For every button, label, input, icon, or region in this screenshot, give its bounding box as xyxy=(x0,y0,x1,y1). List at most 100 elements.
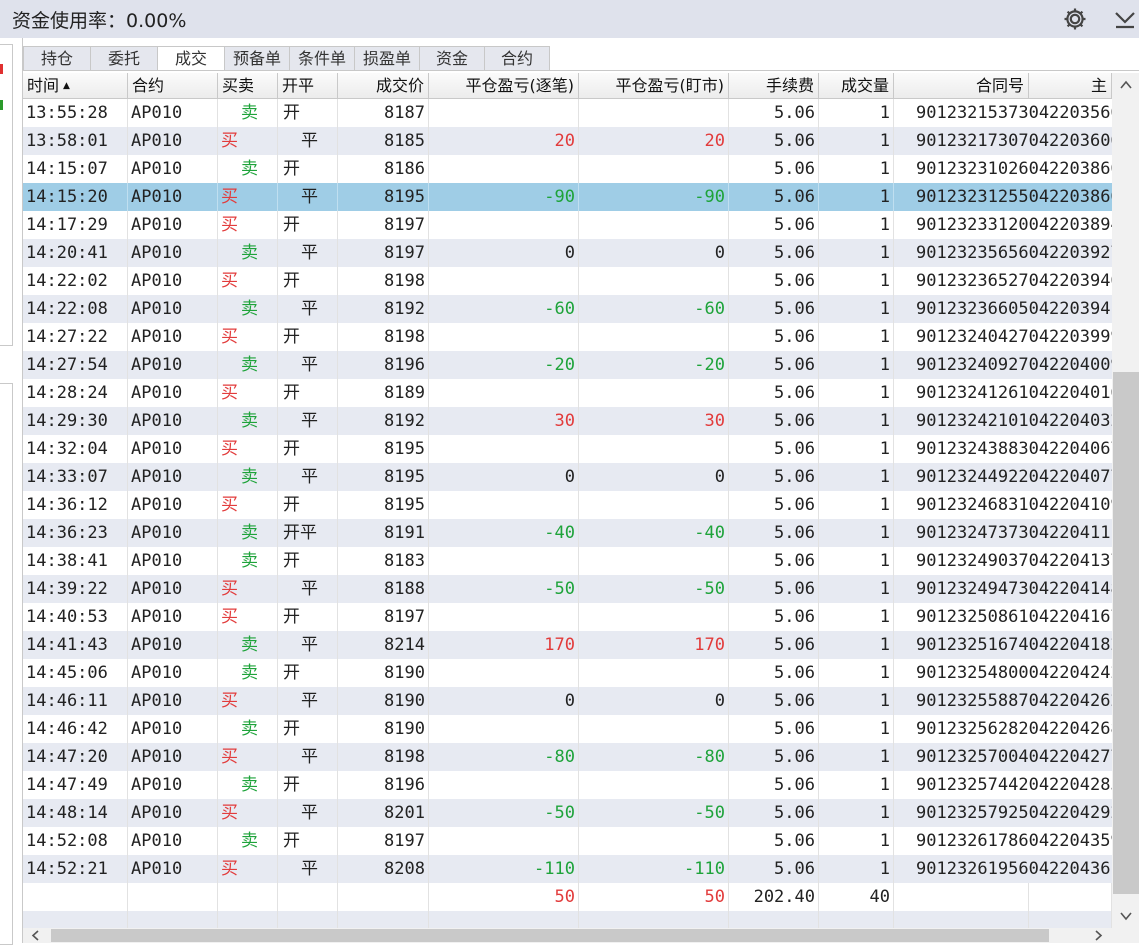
table-row[interactable]: 14:28:24 AP010 买开 8189 5.06 1 9012324126104220… xyxy=(23,379,1112,407)
cell-pnl2 xyxy=(579,379,729,407)
cell-pnl2 xyxy=(579,435,729,463)
cell-fee: 5.06 xyxy=(729,715,819,743)
cell-side: 卖 xyxy=(218,407,278,435)
vertical-scroll-thumb[interactable] xyxy=(1113,372,1139,894)
cell-qty: 1 xyxy=(819,603,894,631)
cell-qty: 1 xyxy=(819,239,894,267)
table-row[interactable]: 14:22:02 AP010 买开 8198 5.06 1 9012323652704220… xyxy=(23,267,1112,295)
table-row[interactable]: 14:36:23 AP010 卖开平 8191 -40 -40 5.06 1 901232473… xyxy=(23,519,1112,547)
cell-price: 8201 xyxy=(338,799,429,827)
cell-time: 14:45:06 xyxy=(23,659,128,687)
cell-qty: 1 xyxy=(819,547,894,575)
tab-2[interactable]: 成交 xyxy=(157,46,225,70)
table-row[interactable]: 14:52:08 AP010 卖开 8197 5.06 1 9012326178604220… xyxy=(23,827,1112,855)
cell-contract: AP010 xyxy=(128,547,218,575)
table-row[interactable]: 14:47:20 AP010 买平 8198 -80 -80 5.06 1 9012325700… xyxy=(23,743,1112,771)
cell-qty: 1 xyxy=(819,323,894,351)
scroll-up-icon[interactable] xyxy=(1112,73,1139,97)
cell-fee: 5.06 xyxy=(729,351,819,379)
cell-side: 买 xyxy=(218,435,278,463)
cell-time: 14:47:49 xyxy=(23,771,128,799)
col-header-qty[interactable]: 成交量 xyxy=(819,73,894,98)
cell-time: 14:32:04 xyxy=(23,435,128,463)
table-row[interactable]: 14:20:41 AP010 卖平 8197 0 0 5.06 1 90123235656042… xyxy=(23,239,1112,267)
table-row[interactable]: 14:38:41 AP010 卖开 8183 5.06 1 9012324903704220… xyxy=(23,547,1112,575)
tab-7[interactable]: 合约 xyxy=(484,46,550,70)
horizontal-scrollbar[interactable] xyxy=(23,928,1112,943)
cell-oc: 平 xyxy=(278,351,338,379)
cell-side: 买 xyxy=(218,491,278,519)
total-pnl2: 50 xyxy=(579,883,729,911)
col-header-contract[interactable]: 合约 xyxy=(128,73,218,98)
tab-1[interactable]: 委托 xyxy=(90,46,158,70)
tab-0[interactable]: 持仓 xyxy=(23,46,91,70)
scroll-right-icon[interactable] xyxy=(1089,928,1107,943)
scroll-down-icon[interactable] xyxy=(1112,904,1139,928)
table-row[interactable]: 14:27:22 AP010 买开 8198 5.06 1 9012324042704220… xyxy=(23,323,1112,351)
table-row[interactable]: 14:15:20 AP010 买平 8195 -90 -90 5.06 1 9012323125… xyxy=(23,183,1112,211)
table-row[interactable]: 13:55:28 AP010 卖开 8187 5.06 1 9012321537304220… xyxy=(23,99,1112,127)
cell-price: 8198 xyxy=(338,743,429,771)
empty-cell xyxy=(894,911,1029,928)
cell-fee: 5.06 xyxy=(729,547,819,575)
cell-fee: 5.06 xyxy=(729,687,819,715)
cell-fee: 5.06 xyxy=(729,379,819,407)
vertical-scrollbar[interactable] xyxy=(1112,73,1139,928)
table-row[interactable]: 14:39:22 AP010 买平 8188 -50 -50 5.06 1 9012324947… xyxy=(23,575,1112,603)
cell-side: 卖 xyxy=(218,827,278,855)
cell-fee: 5.06 xyxy=(729,771,819,799)
cell-contract: AP010 xyxy=(128,435,218,463)
table-row[interactable]: 14:47:49 AP010 卖开 8196 5.06 1 9012325744204220… xyxy=(23,771,1112,799)
cell-fee: 5.06 xyxy=(729,799,819,827)
cell-time: 14:15:20 xyxy=(23,183,128,211)
tab-3[interactable]: 预备单 xyxy=(224,46,290,70)
table-row[interactable]: 14:29:30 AP010 卖平 8192 30 30 5.06 1 901232421010… xyxy=(23,407,1112,435)
table-row[interactable]: 14:15:07 AP010 卖开 8186 5.06 1 9012323102604220… xyxy=(23,155,1112,183)
col-header-order-no[interactable]: 合同号 xyxy=(894,73,1029,98)
table-row[interactable]: 14:36:12 AP010 买开 8195 5.06 1 9012324683104220… xyxy=(23,491,1112,519)
col-header-label: 合同号 xyxy=(975,76,1024,95)
cell-pnl2: 0 xyxy=(579,463,729,491)
cell-oc: 开 xyxy=(278,211,338,239)
table-row[interactable]: 14:52:21 AP010 买平 8208 -110 -110 5.06 1 90123261… xyxy=(23,855,1112,883)
cell-pnl2: 30 xyxy=(579,407,729,435)
cell-time: 14:46:42 xyxy=(23,715,128,743)
scroll-left-icon[interactable] xyxy=(27,928,45,943)
table-row[interactable]: 14:46:11 AP010 买平 8190 0 0 5.06 1 90123255887042… xyxy=(23,687,1112,715)
col-header-price[interactable]: 成交价 xyxy=(338,73,429,98)
cell-contract: AP010 xyxy=(128,659,218,687)
cell-price: 8196 xyxy=(338,351,429,379)
col-header-extra[interactable]: 主 xyxy=(1029,73,1112,98)
cell-pnl2 xyxy=(579,99,729,127)
cell-side: 买 xyxy=(218,799,278,827)
table-row[interactable]: 14:48:14 AP010 买平 8201 -50 -50 5.06 1 9012325792… xyxy=(23,799,1112,827)
table-row[interactable]: 14:45:06 AP010 卖开 8190 5.06 1 9012325480004220… xyxy=(23,659,1112,687)
table-row[interactable]: 14:27:54 AP010 卖平 8196 -20 -20 5.06 1 9012324092… xyxy=(23,351,1112,379)
col-header-side[interactable]: 买卖 xyxy=(218,73,278,98)
gear-icon[interactable] xyxy=(1062,6,1088,32)
cell-pnl1 xyxy=(429,323,579,351)
table-row[interactable]: 14:32:04 AP010 买开 8195 5.06 1 9012324388304220… xyxy=(23,435,1112,463)
col-header-fee[interactable]: 手续费 xyxy=(729,73,819,98)
table-row[interactable]: 14:40:53 AP010 买开 8197 5.06 1 9012325086104220… xyxy=(23,603,1112,631)
chevron-down-icon[interactable] xyxy=(1112,6,1138,32)
tab-5[interactable]: 损盈单 xyxy=(354,46,420,70)
tab-6[interactable]: 资金 xyxy=(419,46,485,70)
col-header-time[interactable]: 时间 ▲ xyxy=(23,73,128,98)
cell-pnl1: -80 xyxy=(429,743,579,771)
col-header-pnl-mark[interactable]: 平仓盈亏(盯市) xyxy=(579,73,729,98)
col-header-open-close[interactable]: 开平 xyxy=(278,73,338,98)
table-row[interactable]: 14:17:29 AP010 买开 8197 5.06 1 9012323312004220… xyxy=(23,211,1112,239)
col-header-pnl-trade[interactable]: 平仓盈亏(逐笔) xyxy=(429,73,579,98)
table-row[interactable]: 14:46:42 AP010 卖开 8190 5.06 1 9012325628204220… xyxy=(23,715,1112,743)
horizontal-scroll-thumb[interactable] xyxy=(51,929,1049,942)
table-row[interactable]: 14:22:08 AP010 卖平 8192 -60 -60 5.06 1 9012323660… xyxy=(23,295,1112,323)
cell-price: 8187 xyxy=(338,99,429,127)
cell-contract: AP010 xyxy=(128,155,218,183)
cell-contract: AP010 xyxy=(128,771,218,799)
sort-ascending-icon[interactable]: ▲ xyxy=(63,81,70,91)
tab-4[interactable]: 条件单 xyxy=(289,46,355,70)
table-row[interactable]: 14:33:07 AP010 卖平 8195 0 0 5.06 1 90123244922042… xyxy=(23,463,1112,491)
table-row[interactable]: 14:41:43 AP010 卖平 8214 170 170 5.06 1 9012325167… xyxy=(23,631,1112,659)
table-row[interactable]: 13:58:01 AP010 买平 8185 20 20 5.06 1 901232173070… xyxy=(23,127,1112,155)
